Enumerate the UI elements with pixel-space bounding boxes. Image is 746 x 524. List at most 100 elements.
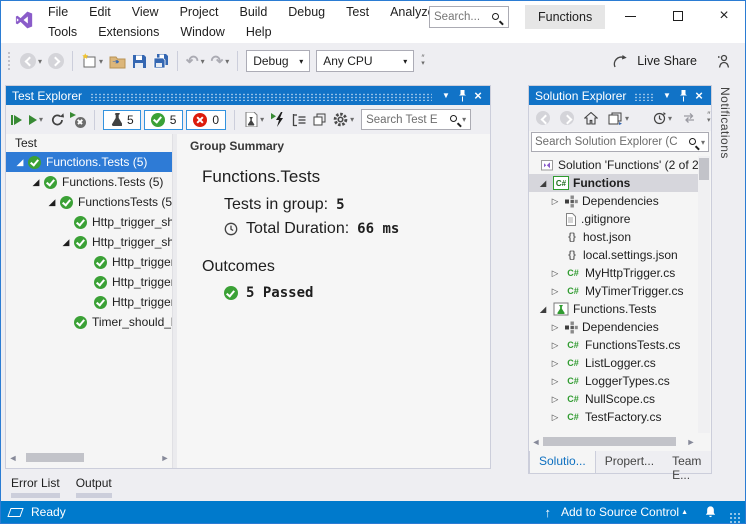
- add-to-source-control-button[interactable]: Add to Source Control▲: [561, 505, 688, 519]
- test-tree-row[interactable]: ◢ Functions.Tests (5): [6, 152, 172, 172]
- repeat-last-run-button[interactable]: [48, 109, 67, 131]
- expander-open-icon[interactable]: ◢: [537, 304, 549, 315]
- file-node[interactable]: ▷ MyHttpTrigger.cs: [529, 264, 698, 282]
- close-icon[interactable]: ×: [691, 88, 707, 104]
- project-node[interactable]: ◢ Functions: [529, 174, 698, 192]
- scroll-right-arrow-icon[interactable]: ►: [686, 437, 696, 447]
- notifications-tab[interactable]: Notifications: [718, 87, 732, 159]
- close-icon[interactable]: ×: [470, 88, 486, 104]
- menu-view[interactable]: View: [129, 4, 162, 20]
- window-position-icon[interactable]: ▼: [438, 88, 454, 104]
- expander-collapsed-icon[interactable]: ▷: [549, 376, 561, 387]
- live-share-icon[interactable]: [612, 54, 628, 69]
- tab-properties[interactable]: Propert...: [596, 451, 663, 473]
- file-node[interactable]: ▷ NullScope.cs: [529, 390, 698, 408]
- menu-edit[interactable]: Edit: [86, 4, 114, 20]
- minimize-button[interactable]: [611, 1, 649, 31]
- expander-collapsed-icon[interactable]: ▷: [549, 412, 561, 423]
- test-tree-row[interactable]: Http_trigger_sho: [6, 292, 172, 312]
- expander-open-icon[interactable]: ◢: [60, 237, 72, 248]
- expander-collapsed-icon[interactable]: ▷: [549, 340, 561, 351]
- menu-window[interactable]: Window: [177, 24, 227, 40]
- expander-collapsed-icon[interactable]: ▷: [549, 394, 561, 405]
- scroll-right-arrow-icon[interactable]: ►: [160, 453, 170, 463]
- file-node[interactable]: ▷ TestFactory.cs: [529, 408, 698, 426]
- test-tree-row[interactable]: Http_trigger_sho: [6, 272, 172, 292]
- save-all-button[interactable]: [150, 49, 172, 73]
- scroll-left-arrow-icon[interactable]: ◄: [8, 453, 18, 463]
- test-column-header[interactable]: Test: [6, 134, 172, 152]
- live-share-label[interactable]: Live Share: [637, 54, 697, 68]
- total-tests-filter[interactable]: 5: [103, 110, 141, 130]
- file-node[interactable]: .gitignore: [529, 210, 698, 228]
- failed-tests-filter[interactable]: 0: [186, 110, 226, 130]
- maximize-button[interactable]: [659, 1, 697, 31]
- file-node[interactable]: ▷ MyTimerTrigger.cs: [529, 282, 698, 300]
- menu-test[interactable]: Test: [343, 4, 372, 20]
- run-all-tests-button[interactable]: [9, 109, 24, 131]
- menu-extensions[interactable]: Extensions: [95, 24, 162, 40]
- cancel-test-run-button[interactable]: [70, 112, 86, 128]
- sync-with-active-document-icon[interactable]: [679, 106, 699, 130]
- dependencies-node[interactable]: ▷ Dependencies: [529, 192, 698, 210]
- undo-button[interactable]: ↶▾: [183, 49, 208, 73]
- expander-collapsed-icon[interactable]: ▷: [549, 358, 561, 369]
- expander-collapsed-icon[interactable]: ▷: [549, 268, 561, 279]
- switch-views-icon[interactable]: ▾: [605, 106, 632, 130]
- test-tree-row[interactable]: ◢ FunctionsTests (5): [6, 192, 172, 212]
- file-node[interactable]: ▷ LoggerTypes.cs: [529, 372, 698, 390]
- expander-open-icon[interactable]: ◢: [30, 177, 42, 188]
- test-search-input[interactable]: [366, 114, 448, 126]
- solution-configuration-dropdown[interactable]: Debug▾: [246, 50, 310, 72]
- menu-build[interactable]: Build: [236, 4, 270, 20]
- horizontal-scrollbar[interactable]: ◄ ►: [8, 451, 170, 464]
- navigate-forward-button[interactable]: [45, 49, 67, 73]
- se-forward-button[interactable]: [557, 106, 577, 130]
- test-tree-row[interactable]: ◢ Http_trigger_shoul: [6, 232, 172, 252]
- test-tree-row[interactable]: Http_trigger_shoul: [6, 212, 172, 232]
- layout-windows-icon[interactable]: [311, 109, 328, 131]
- menu-help[interactable]: Help: [243, 24, 275, 40]
- pin-icon[interactable]: [454, 88, 470, 104]
- close-button[interactable]: ×: [705, 1, 743, 31]
- vertical-scrollbar[interactable]: [698, 156, 710, 433]
- se-toolbar-overflow-button[interactable]: ″▾: [707, 113, 711, 123]
- tab-solution-explorer[interactable]: Solutio...: [529, 451, 596, 473]
- solution-platform-dropdown[interactable]: Any CPU▾: [316, 50, 414, 72]
- drag-handle[interactable]: [634, 93, 653, 101]
- save-button[interactable]: [129, 49, 150, 73]
- test-tree-row[interactable]: Http_trigger_sho: [6, 252, 172, 272]
- open-file-button[interactable]: [106, 49, 129, 73]
- menu-debug[interactable]: Debug: [285, 4, 328, 20]
- file-node[interactable]: ▷ FunctionsTests.cs: [529, 336, 698, 354]
- playlist-button[interactable]: ▾: [243, 109, 266, 131]
- window-position-icon[interactable]: ▼: [659, 88, 675, 104]
- tab-output[interactable]: Output: [76, 476, 112, 498]
- test-project-node[interactable]: ◢ Functions.Tests: [529, 300, 698, 318]
- new-project-button[interactable]: ▾: [78, 49, 106, 73]
- drag-handle[interactable]: [90, 93, 432, 101]
- resize-grip[interactable]: [729, 512, 740, 523]
- navigate-back-button[interactable]: ▾: [17, 49, 45, 73]
- solution-explorer-caption[interactable]: Solution Explorer ▼ ×: [529, 86, 711, 105]
- test-explorer-search[interactable]: ▾: [361, 109, 471, 130]
- menu-project[interactable]: Project: [177, 4, 222, 20]
- expander-open-icon[interactable]: ◢: [14, 157, 26, 168]
- expander-collapsed-icon[interactable]: ▷: [549, 322, 561, 333]
- test-tree-row[interactable]: Timer_should_log_: [6, 312, 172, 332]
- redo-button[interactable]: ↷▾: [208, 49, 233, 73]
- file-node[interactable]: local.settings.json: [529, 246, 698, 264]
- solution-explorer-search[interactable]: ▾: [531, 132, 709, 152]
- expander-open-icon[interactable]: ◢: [46, 197, 58, 208]
- horizontal-scrollbar[interactable]: ◄ ►: [531, 435, 696, 448]
- pin-icon[interactable]: [675, 88, 691, 104]
- quick-launch-search[interactable]: [429, 6, 509, 28]
- bell-icon[interactable]: [704, 505, 717, 519]
- group-by-icon[interactable]: [290, 109, 308, 131]
- solution-node[interactable]: Solution 'Functions' (2 of 2 p: [529, 156, 698, 174]
- file-node[interactable]: ▷ ListLogger.cs: [529, 354, 698, 372]
- menu-tools[interactable]: Tools: [45, 24, 80, 40]
- expander-collapsed-icon[interactable]: ▷: [549, 286, 561, 297]
- test-explorer-caption[interactable]: Test Explorer ▼ ×: [6, 86, 490, 105]
- solution-search-input[interactable]: [535, 136, 687, 148]
